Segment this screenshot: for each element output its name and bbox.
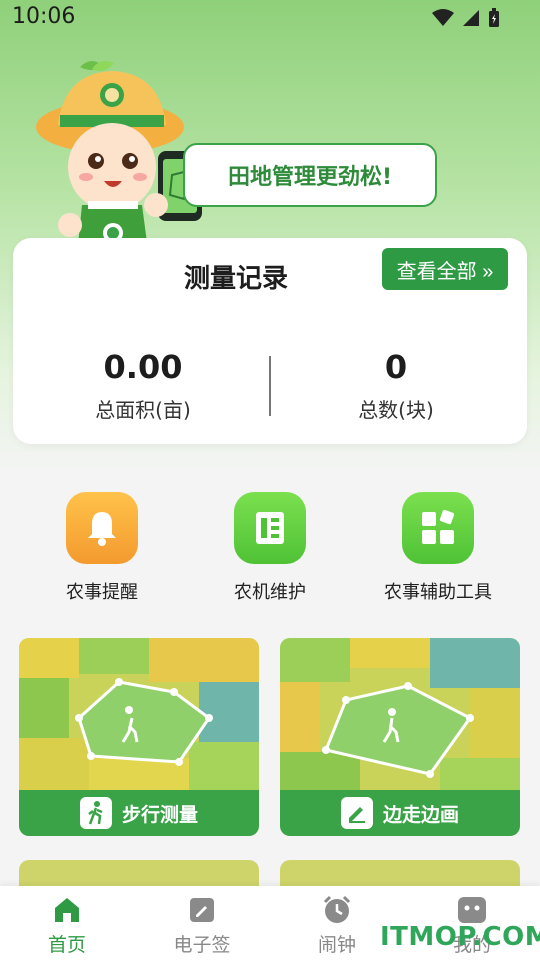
tool-farm-assist[interactable]: 农事辅助工具 bbox=[348, 492, 528, 604]
wifi-icon bbox=[432, 9, 454, 26]
nav-home[interactable]: 首页 bbox=[17, 894, 117, 957]
draw-walk-bar: 边走边画 bbox=[280, 790, 520, 836]
status-bar: 10:06 bbox=[0, 0, 540, 40]
pencil-icon bbox=[340, 797, 373, 829]
walk-measure-label: 步行测量 bbox=[121, 803, 198, 826]
walk-measure-bar: 步行测量 bbox=[19, 790, 259, 836]
nav-label: 闹钟 bbox=[317, 934, 356, 956]
battery-icon bbox=[489, 8, 499, 27]
nav-e-sign[interactable]: 电子签 bbox=[152, 894, 252, 957]
walk-measure-tile[interactable]: 步行测量 bbox=[19, 638, 259, 836]
farmland-illustration bbox=[19, 638, 259, 790]
alarm-clock-icon bbox=[323, 895, 351, 923]
view-all-button[interactable]: 查看全部 » bbox=[382, 248, 508, 290]
grid-tools-icon bbox=[402, 492, 474, 564]
toolbox-icon bbox=[234, 492, 306, 564]
watermark: ITMOP.COM bbox=[380, 922, 540, 952]
total-count-stat: 0 总数(块) bbox=[296, 348, 496, 423]
tool-label: 农机维护 bbox=[234, 582, 306, 603]
status-time: 10:06 bbox=[12, 4, 76, 29]
home-icon bbox=[55, 898, 79, 922]
stat-divider bbox=[269, 356, 271, 416]
farmland-illustration bbox=[280, 638, 520, 790]
total-area-label: 总面积(亩) bbox=[95, 398, 191, 422]
tool-label: 农事辅助工具 bbox=[384, 582, 492, 603]
bell-icon bbox=[66, 492, 138, 564]
tool-machine-maintenance[interactable]: 农机维护 bbox=[180, 492, 360, 604]
draw-while-walking-tile[interactable]: 边走边画 bbox=[280, 638, 520, 836]
total-count-value: 0 bbox=[384, 348, 408, 386]
nav-label: 首页 bbox=[47, 934, 86, 956]
slogan-bubble: 田地管理更劲松! bbox=[183, 143, 437, 207]
nav-alarm[interactable]: 闹钟 bbox=[287, 894, 387, 957]
tool-farm-reminder[interactable]: 农事提醒 bbox=[12, 492, 192, 604]
profile-icon bbox=[458, 897, 486, 923]
sign-icon bbox=[190, 898, 214, 922]
total-area-value: 0.00 bbox=[103, 348, 183, 386]
total-count-label: 总数(块) bbox=[358, 398, 434, 422]
signal-icon bbox=[463, 10, 479, 26]
draw-walk-label: 边走边画 bbox=[382, 803, 459, 826]
walking-person-icon bbox=[79, 797, 112, 829]
nav-label: 电子签 bbox=[173, 934, 231, 956]
tool-label: 农事提醒 bbox=[66, 582, 138, 603]
total-area-stat: 0.00 总面积(亩) bbox=[43, 348, 243, 423]
records-title: 测量记录 bbox=[184, 264, 289, 294]
